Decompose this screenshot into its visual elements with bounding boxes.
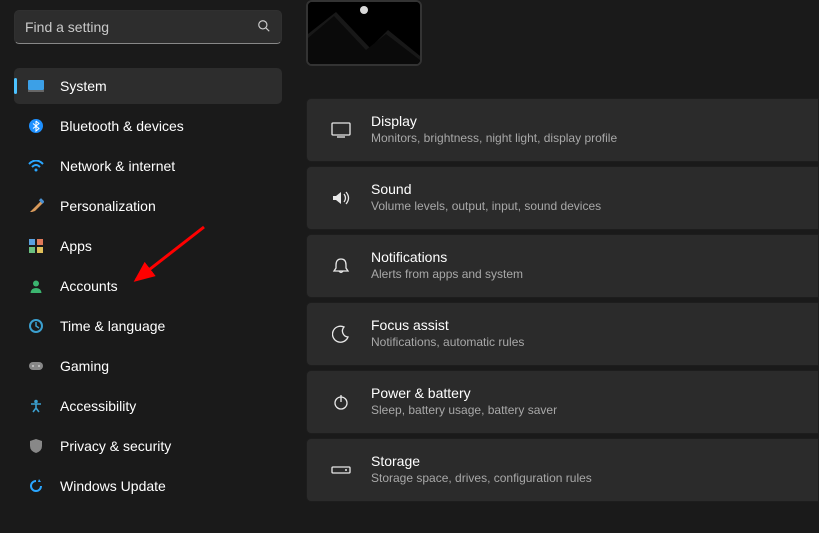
accessibility-icon	[28, 398, 44, 414]
sidebar-item-label: Bluetooth & devices	[60, 118, 184, 134]
card-text: Power & battery Sleep, battery usage, ba…	[371, 385, 557, 418]
card-title: Power & battery	[371, 385, 557, 403]
sidebar-item-privacy-security[interactable]: Privacy & security	[14, 428, 282, 464]
system-icon	[28, 78, 44, 94]
person-icon	[28, 278, 44, 294]
sidebar-item-label: Accessibility	[60, 398, 136, 414]
wifi-icon	[28, 158, 44, 174]
card-title: Display	[371, 113, 617, 131]
power-icon	[325, 393, 357, 411]
card-text: Display Monitors, brightness, night ligh…	[371, 113, 617, 146]
card-subtitle: Monitors, brightness, night light, displ…	[371, 131, 617, 147]
sidebar: System Bluetooth & devices Network & int…	[0, 0, 300, 533]
sidebar-item-label: Apps	[60, 238, 92, 254]
settings-card-sound[interactable]: Sound Volume levels, output, input, soun…	[306, 166, 819, 230]
apps-icon	[28, 238, 44, 254]
card-subtitle: Notifications, automatic rules	[371, 335, 524, 351]
card-text: Notifications Alerts from apps and syste…	[371, 249, 523, 282]
sidebar-item-label: Personalization	[60, 198, 156, 214]
moon-icon	[325, 325, 357, 343]
card-text: Storage Storage space, drives, configura…	[371, 453, 592, 486]
settings-card-notifications[interactable]: Notifications Alerts from apps and syste…	[306, 234, 819, 298]
sidebar-item-personalization[interactable]: Personalization	[14, 188, 282, 224]
storage-icon	[325, 464, 357, 476]
sidebar-item-bluetooth-devices[interactable]: Bluetooth & devices	[14, 108, 282, 144]
sidebar-item-system[interactable]: System	[14, 68, 282, 104]
card-title: Notifications	[371, 249, 523, 267]
shield-icon	[28, 438, 44, 454]
paintbrush-icon	[28, 198, 44, 214]
sidebar-item-windows-update[interactable]: Windows Update	[14, 468, 282, 504]
sidebar-item-gaming[interactable]: Gaming	[14, 348, 282, 384]
card-text: Focus assist Notifications, automatic ru…	[371, 317, 524, 350]
main-content: Display Monitors, brightness, night ligh…	[300, 0, 819, 533]
sidebar-item-label: System	[60, 78, 107, 94]
sidebar-item-label: Accounts	[60, 278, 118, 294]
card-text: Sound Volume levels, output, input, soun…	[371, 181, 601, 214]
settings-card-power-battery[interactable]: Power & battery Sleep, battery usage, ba…	[306, 370, 819, 434]
sidebar-item-accounts[interactable]: Accounts	[14, 268, 282, 304]
search-field[interactable]	[14, 10, 282, 44]
card-title: Sound	[371, 181, 601, 199]
sidebar-item-label: Time & language	[60, 318, 165, 334]
bell-icon	[325, 257, 357, 275]
settings-window: System Bluetooth & devices Network & int…	[0, 0, 819, 533]
sidebar-item-label: Network & internet	[60, 158, 175, 174]
desktop-preview-thumbnail[interactable]	[306, 0, 422, 66]
card-subtitle: Storage space, drives, configuration rul…	[371, 471, 592, 487]
sidebar-item-accessibility[interactable]: Accessibility	[14, 388, 282, 424]
search-input[interactable]	[25, 19, 257, 35]
sidebar-item-label: Windows Update	[60, 478, 166, 494]
card-subtitle: Alerts from apps and system	[371, 267, 523, 283]
card-subtitle: Volume levels, output, input, sound devi…	[371, 199, 601, 215]
card-title: Storage	[371, 453, 592, 471]
settings-card-display[interactable]: Display Monitors, brightness, night ligh…	[306, 98, 819, 162]
gamepad-icon	[28, 358, 44, 374]
sidebar-item-label: Privacy & security	[60, 438, 171, 454]
clock-globe-icon	[28, 318, 44, 334]
sidebar-item-apps[interactable]: Apps	[14, 228, 282, 264]
display-icon	[325, 122, 357, 138]
settings-card-focus-assist[interactable]: Focus assist Notifications, automatic ru…	[306, 302, 819, 366]
bluetooth-icon	[28, 118, 44, 134]
search-icon	[257, 19, 271, 36]
sound-icon	[325, 190, 357, 206]
sidebar-item-label: Gaming	[60, 358, 109, 374]
sidebar-item-network-internet[interactable]: Network & internet	[14, 148, 282, 184]
settings-card-storage[interactable]: Storage Storage space, drives, configura…	[306, 438, 819, 502]
sidebar-item-time-language[interactable]: Time & language	[14, 308, 282, 344]
card-title: Focus assist	[371, 317, 524, 335]
update-icon	[28, 478, 44, 494]
card-subtitle: Sleep, battery usage, battery saver	[371, 403, 557, 419]
